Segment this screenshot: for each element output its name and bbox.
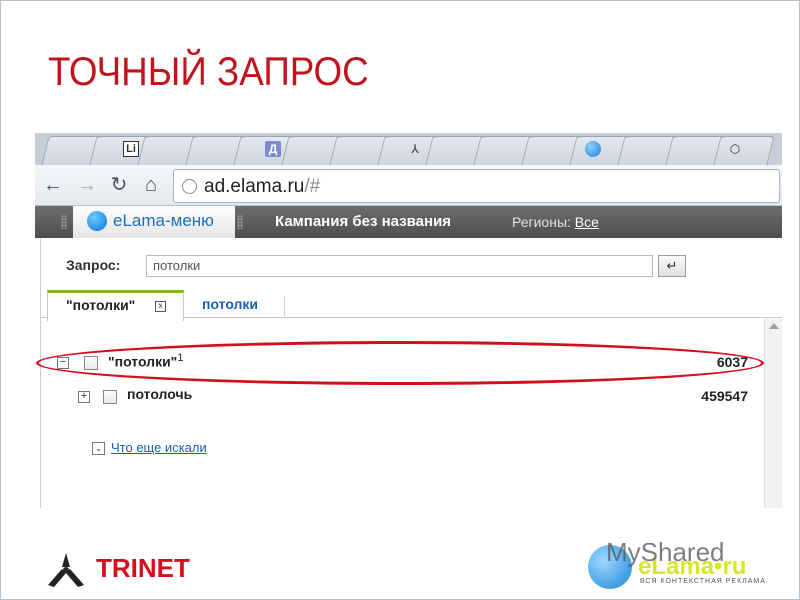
elama-tagline: ВСЯ КОНТЕКСТНАЯ РЕКЛАМА	[640, 578, 766, 585]
forward-arrow-icon[interactable]: →	[75, 173, 99, 197]
elama-menu-button[interactable]: eLama-меню	[73, 206, 235, 238]
reload-icon[interactable]: ↻	[107, 173, 131, 197]
campaign-name[interactable]: Кампания без названия	[275, 213, 451, 230]
elama-menu-label: eLama-меню	[113, 211, 214, 230]
tab-exact-query-label: "потолки"	[66, 297, 136, 313]
trinet-logo-icon	[48, 553, 84, 587]
tab-separator	[284, 296, 285, 316]
tab-exact-query[interactable]: "потолки" x	[47, 290, 184, 321]
tab-broad-query[interactable]: потолки	[202, 296, 258, 312]
slide-title: ТОЧНЫЙ ЗАПРОС	[48, 50, 369, 94]
expand-icon[interactable]: +	[78, 391, 90, 403]
more-searches-link[interactable]: Что еще искали	[111, 440, 207, 455]
elama-toolbar: eLama-меню Кампания без названия Регионы…	[35, 206, 782, 238]
regions-selector: Регионы: Все	[512, 214, 599, 230]
page-info-icon[interactable]	[182, 179, 197, 194]
back-arrow-icon[interactable]: ←	[41, 173, 65, 197]
myshared-watermark: MyShared	[606, 537, 725, 567]
d-icon: Д	[265, 141, 281, 157]
browser-tab[interactable]	[713, 136, 775, 165]
globe-icon	[585, 141, 601, 157]
home-icon[interactable]: ⌂	[139, 173, 163, 197]
browser-tab-strip: Li Д ⅄ ⬡	[35, 133, 782, 165]
row-count: 459547	[701, 388, 748, 404]
regions-link[interactable]: Все	[575, 214, 599, 230]
table-row: + потолочь 459547	[41, 386, 763, 410]
query-label: Запрос:	[66, 257, 121, 273]
submit-query-button[interactable]: ↵	[658, 255, 686, 277]
row-keyword: потолочь	[127, 386, 193, 402]
drag-handle-icon[interactable]	[237, 215, 243, 229]
scrollbar[interactable]	[764, 319, 782, 508]
elama-logo-icon	[87, 211, 107, 231]
regions-label: Регионы:	[512, 214, 575, 230]
highlight-ellipse	[36, 341, 764, 385]
close-icon[interactable]: x	[155, 301, 166, 312]
cube-icon: ⬡	[729, 142, 741, 156]
row-checkbox[interactable]	[103, 390, 117, 404]
drag-handle-icon[interactable]	[61, 215, 67, 229]
li-icon: Li	[123, 141, 139, 157]
elama-logo: eLama•ru ВСЯ КОНТЕКСТНАЯ РЕКЛАМА MyShare…	[588, 537, 768, 592]
browser-toolbar: ← → ↻ ⌂ ad.elama.ru/#	[35, 165, 782, 206]
address-text: ad.elama.ru/#	[204, 176, 320, 198]
chevron-down-icon[interactable]: ⌄	[92, 442, 105, 455]
browser-screenshot: Li Д ⅄ ⬡ ← → ↻ ⌂ ad.elama.ru/# eLama-мен…	[35, 133, 782, 508]
address-bar[interactable]: ad.elama.ru/#	[173, 169, 780, 203]
tripod-icon: ⅄	[411, 142, 419, 156]
scroll-up-icon[interactable]	[769, 323, 779, 329]
query-input-value: потолки	[153, 258, 201, 273]
query-input[interactable]: потолки	[146, 255, 653, 277]
address-path: /#	[304, 176, 321, 197]
address-host: ad.elama.ru	[204, 176, 305, 197]
trinet-logo-text: TRINET	[96, 553, 190, 583]
